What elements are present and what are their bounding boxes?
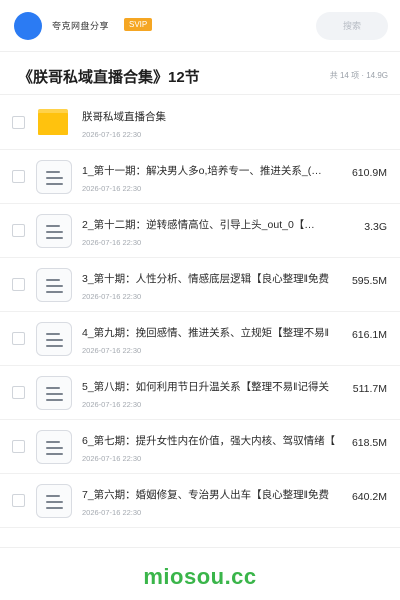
item-size: 640.2M xyxy=(349,491,387,503)
item-name[interactable]: 4_第九期：挽回感情、推进关系、立规矩【整理不易‖ xyxy=(82,325,340,340)
item-size: 3.3G xyxy=(362,221,387,233)
list-item[interactable]: 7_第六期：婚姻修复、专治男人出车【良心整理‖免费 2026-07-16 22:… xyxy=(0,474,400,528)
select-checkbox[interactable] xyxy=(12,386,25,399)
list-item[interactable]: 6_第七期：提升女性内在价值，强大内核、驾驭情绪【 2026-07-16 22:… xyxy=(0,420,400,474)
item-date: 2026-07-16 22:30 xyxy=(82,292,142,301)
select-checkbox[interactable] xyxy=(12,170,25,183)
site-watermark: miosou.cc xyxy=(143,564,257,589)
item-name[interactable]: 1_第十一期：解决男人多o,培养专一、推进关系_(… xyxy=(82,163,340,178)
list-item[interactable]: 5_第八期：如何利用节日升温关系【整理不易‖记得关 2026-07-16 22:… xyxy=(0,366,400,420)
item-size: 511.7M xyxy=(350,383,387,395)
document-icon xyxy=(36,268,72,302)
top-bar: 夸克网盘分享 SVIP 搜索 xyxy=(0,0,400,52)
share-title: 《朕哥私域直播合集》12节 xyxy=(18,69,200,86)
item-date: 2026-07-16 22:30 xyxy=(82,184,142,193)
divider xyxy=(0,94,400,95)
select-checkbox[interactable] xyxy=(12,494,25,507)
avatar[interactable] xyxy=(14,12,42,40)
document-icon xyxy=(36,376,72,410)
list-item[interactable]: 1_第十一期：解决男人多o,培养专一、推进关系_(… 2026-07-16 22… xyxy=(0,150,400,204)
select-checkbox[interactable] xyxy=(12,224,25,237)
svip-badge: SVIP xyxy=(124,18,153,31)
list-item[interactable]: 4_第九期：挽回感情、推进关系、立规矩【整理不易‖ 2026-07-16 22:… xyxy=(0,312,400,366)
select-checkbox[interactable] xyxy=(12,116,25,129)
select-checkbox[interactable] xyxy=(12,440,25,453)
list-item[interactable]: 2_第十二期：逆转感情高位、引导上头_out_0【… 2026-07-16 22… xyxy=(0,204,400,258)
document-icon xyxy=(36,214,72,248)
search-placeholder: 搜索 xyxy=(342,21,361,31)
share-summary: 共 14 项 · 14.9G xyxy=(329,71,388,80)
select-checkbox[interactable] xyxy=(12,278,25,291)
document-icon xyxy=(36,484,72,518)
item-date: 2026-07-16 22:30 xyxy=(82,400,142,409)
search-input[interactable]: 搜索 xyxy=(316,12,388,40)
document-icon xyxy=(36,322,72,356)
divider xyxy=(0,547,400,548)
item-date: 2026-07-16 22:30 xyxy=(82,454,142,463)
folder-icon xyxy=(38,109,68,135)
item-size: 595.5M xyxy=(349,275,387,287)
file-list: 朕哥私域直播合集 2026-07-16 22:30 1_第十一期：解决男人多o,… xyxy=(0,96,400,528)
uploader-name[interactable]: 夸克网盘分享 xyxy=(52,19,109,32)
list-item[interactable]: 朕哥私域直播合集 2026-07-16 22:30 xyxy=(0,96,400,150)
document-icon xyxy=(36,160,72,194)
item-size: 618.5M xyxy=(349,437,387,449)
select-checkbox[interactable] xyxy=(12,332,25,345)
item-name[interactable]: 朕哥私域直播合集 xyxy=(82,109,382,124)
item-name[interactable]: 2_第十二期：逆转感情高位、引导上头_out_0【… xyxy=(82,217,340,232)
item-date: 2026-07-16 22:30 xyxy=(82,130,142,139)
list-item[interactable]: 3_第十期：人性分析、情感底层逻辑【良心整理‖免费 2026-07-16 22:… xyxy=(0,258,400,312)
item-size: 616.1M xyxy=(349,329,387,341)
item-date: 2026-07-16 22:30 xyxy=(82,238,142,247)
document-icon xyxy=(36,430,72,464)
item-name[interactable]: 7_第六期：婚姻修复、专治男人出车【良心整理‖免费 xyxy=(82,487,340,502)
item-date: 2026-07-16 22:30 xyxy=(82,508,142,517)
item-date: 2026-07-16 22:30 xyxy=(82,346,142,355)
item-name[interactable]: 6_第七期：提升女性内在价值，强大内核、驾驭情绪【 xyxy=(82,433,340,448)
item-size: 610.9M xyxy=(349,167,387,179)
item-name[interactable]: 3_第十期：人性分析、情感底层逻辑【良心整理‖免费 xyxy=(82,271,340,286)
item-name[interactable]: 5_第八期：如何利用节日升温关系【整理不易‖记得关 xyxy=(82,379,340,394)
